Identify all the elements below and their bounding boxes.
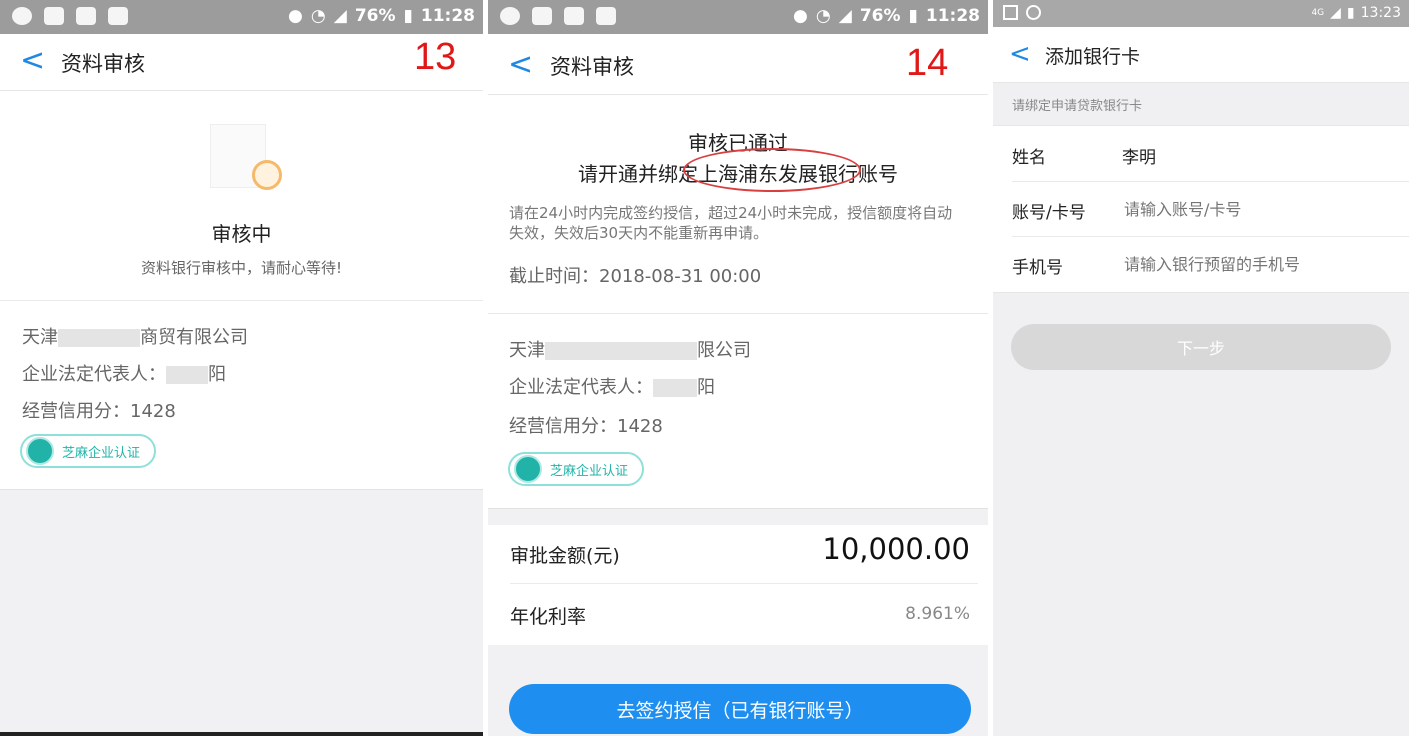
wifi-icon: ◔ [815,6,831,26]
back-button[interactable]: < [508,50,533,80]
credit-score: 经营信用分：1428 [509,416,663,437]
approved-amount-value: 10,000.00 [822,532,970,566]
nav-bar: < 资料审核 14 [488,34,988,95]
redaction [545,342,697,360]
nav-bar: < 资料审核 13 [0,34,483,91]
sign-credit-button[interactable]: 去签约授信（已有银行账号） [509,684,971,734]
review-heading: 审核中 [211,222,272,246]
bind-card-hint: 请绑定申请贷款银行卡 [1012,99,1143,114]
company-name: 天津 限公司 [509,340,751,361]
battery-icon: ▮ [403,6,413,26]
back-button[interactable]: < [20,46,45,76]
approved-amount-label: 审批金额(元) [510,545,620,567]
battery-percent: 76% [354,6,396,26]
annual-rate-value: 8.961% [905,604,970,624]
review-message: 资料银行审核中，请耐心等待! [140,259,342,277]
screen-add-bank-card: 4G ◢ ▮ 13:23 < 添加银行卡 请绑定申请贷款银行卡 姓名 李明 账号… [993,0,1409,736]
reviewing-document-icon [206,120,282,192]
sync-icon [1026,5,1041,20]
clock: 13:23 [1360,5,1401,21]
zhima-certification-badge: 芝麻企业认证 [20,434,157,468]
screen-review-pending: ● ◔ ◢ 76% ▮ 11:28 < 资料审核 13 审核中 资料银行审核中，… [0,0,483,736]
zhima-logo-icon [514,455,542,483]
wifi-icon: ◔ [310,6,326,26]
legal-representative: 企业法定代表人：阳 [22,364,226,385]
redaction [166,366,208,384]
nav-bar: < 添加银行卡 [993,27,1409,83]
notification-icon [500,7,520,25]
deadline: 截止时间：2018-08-31 00:00 [509,266,762,287]
annotation-page-number: 14 [906,42,949,84]
credit-score: 经营信用分：1428 [22,401,176,422]
signal-icon: ◢ [838,6,852,26]
battery-icon: ▮ [908,6,918,26]
status-bar: 4G ◢ ▮ 13:23 [993,0,1409,27]
wechat-icon [532,7,552,25]
location-icon: ● [793,6,808,26]
zhima-certification-badge: 芝麻企业认证 [508,452,645,486]
back-button[interactable]: < [1009,39,1031,69]
clock: 11:28 [925,6,980,26]
battery-icon: ▮ [1346,5,1355,21]
next-step-button[interactable]: 下一步 [1011,324,1391,370]
phone-label: 手机号 [1012,258,1063,278]
phone-number-input[interactable] [1122,249,1396,279]
signal-icon: ◢ [1330,5,1341,21]
page-title: 资料审核 [61,52,145,76]
screenshot-icon [1003,5,1018,20]
annual-rate-label: 年化利率 [510,606,587,628]
page-title: 资料审核 [550,55,634,79]
redaction [653,379,697,397]
status-bar: ● ◔ ◢ 76% ▮ 11:28 [488,0,988,34]
activity-icon [108,7,128,25]
legal-representative: 企业法定代表人：阳 [509,377,715,398]
account-number-input[interactable] [1122,194,1386,224]
status-bar: ● ◔ ◢ 76% ▮ 11:28 [0,0,483,34]
activity-icon [596,7,616,25]
clock: 11:28 [420,6,475,26]
bank-name-annotation-circle [683,148,861,192]
notification-icon [12,7,32,25]
company-name: 天津 商贸有限公司 [22,327,248,348]
name-label: 姓名 [1012,148,1046,168]
name-value: 李明 [1122,148,1156,168]
battery-percent: 76% [859,6,901,26]
page-title: 添加银行卡 [1045,46,1141,68]
redaction [58,329,140,347]
image-icon [76,7,96,25]
annotation-page-number: 13 [414,36,457,78]
bank-card-form: 姓名 李明 账号/卡号 手机号 [993,125,1409,293]
image-icon [564,7,584,25]
wechat-icon [44,7,64,25]
location-icon: ● [288,6,303,26]
deadline-notice: 请在24小时内完成签约授信，超过24小时未完成，授信额度将自动失效，失效后30天… [509,204,953,242]
empty-area [0,489,483,736]
account-label: 账号/卡号 [1012,203,1086,223]
zhima-logo-icon [26,437,54,465]
screen-review-approved: ● ◔ ◢ 76% ▮ 11:28 < 资料审核 14 审核已通过 请开通并绑定… [488,0,988,736]
signal-icon: ◢ [333,6,347,26]
network-type: 4G [1311,8,1325,18]
